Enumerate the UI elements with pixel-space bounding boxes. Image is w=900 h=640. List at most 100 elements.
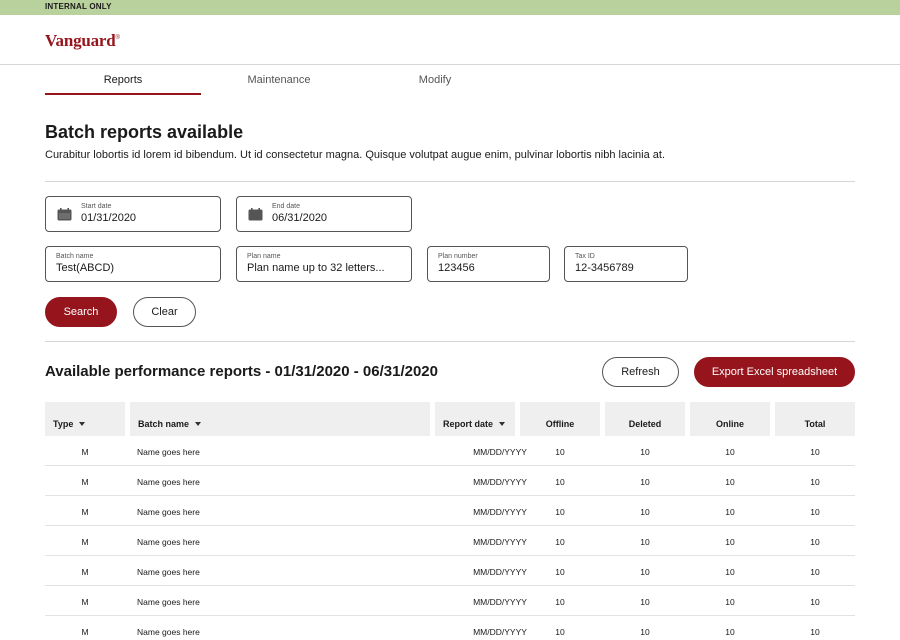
total-cell: 10 bbox=[810, 567, 820, 577]
column-label: Total bbox=[804, 419, 826, 429]
page-title: Batch reports available bbox=[45, 122, 244, 142]
internal-banner: INTERNAL ONLY bbox=[0, 0, 900, 15]
tab-modify[interactable]: Modify bbox=[357, 66, 513, 95]
end-date-value[interactable]: 06/31/2020 bbox=[272, 212, 327, 224]
calendar-icon[interactable] bbox=[57, 208, 72, 221]
logo-text: Vanguard bbox=[45, 31, 116, 50]
table-row[interactable]: M Name goes here MM/DD/YYYY 10 10 10 10 bbox=[45, 586, 855, 616]
column-header-batch-name[interactable]: Batch name bbox=[130, 402, 430, 436]
type-cell: M bbox=[81, 567, 89, 577]
column-label: Report date bbox=[443, 419, 494, 429]
type-cell: M bbox=[81, 537, 89, 547]
divider bbox=[45, 341, 855, 342]
column-label: Batch name bbox=[138, 419, 190, 429]
column-header-deleted: Deleted bbox=[605, 402, 685, 436]
online-cell: 10 bbox=[725, 627, 735, 637]
sort-caret-icon[interactable] bbox=[499, 422, 506, 426]
batch-name-cell: Name goes here bbox=[137, 567, 200, 577]
plan-name-value[interactable]: Plan name up to 32 letters... bbox=[247, 262, 385, 274]
type-cell: M bbox=[81, 627, 89, 637]
page-description: Curabitur lobortis id lorem id bibendum.… bbox=[45, 149, 666, 161]
table-row[interactable]: M Name goes here MM/DD/YYYY 10 10 10 10 bbox=[45, 556, 855, 586]
plan-number-value[interactable]: 123456 bbox=[438, 262, 475, 274]
table-row[interactable]: M Name goes here MM/DD/YYYY 10 10 10 10 bbox=[45, 496, 855, 526]
registered-mark: ® bbox=[115, 35, 120, 41]
offline-cell: 10 bbox=[555, 477, 565, 487]
batch-name-cell: Name goes here bbox=[137, 507, 200, 517]
offline-cell: 10 bbox=[555, 537, 565, 547]
sort-caret-icon[interactable] bbox=[79, 422, 86, 426]
deleted-cell: 10 bbox=[640, 477, 650, 487]
batch-name-cell: Name goes here bbox=[137, 537, 200, 547]
type-cell: M bbox=[81, 447, 89, 457]
tab-maintenance[interactable]: Maintenance bbox=[201, 66, 357, 95]
online-cell: 10 bbox=[725, 537, 735, 547]
start-date-field[interactable]: Start date 01/31/2020 bbox=[45, 196, 221, 232]
online-cell: 10 bbox=[725, 447, 735, 457]
table-row[interactable]: M Name goes here MM/DD/YYYY 10 10 10 10 bbox=[45, 616, 855, 640]
batch-name-value[interactable]: Test(ABCD) bbox=[56, 262, 114, 274]
batch-name-cell: Name goes here bbox=[137, 477, 200, 487]
column-label: Deleted bbox=[628, 419, 662, 429]
type-cell: M bbox=[81, 507, 89, 517]
column-label: Offline bbox=[545, 419, 575, 429]
end-date-field[interactable]: End date 06/31/2020 bbox=[236, 196, 412, 232]
total-cell: 10 bbox=[810, 447, 820, 457]
offline-cell: 10 bbox=[555, 507, 565, 517]
deleted-cell: 10 bbox=[640, 537, 650, 547]
tax-id-value[interactable]: 12-3456789 bbox=[575, 262, 634, 274]
plan-name-label: Plan name bbox=[247, 253, 281, 260]
vanguard-logo[interactable]: Vanguard® bbox=[45, 31, 120, 51]
batch-name-field[interactable]: Batch name Test(ABCD) bbox=[45, 246, 221, 282]
plan-name-field[interactable]: Plan name Plan name up to 32 letters... bbox=[236, 246, 412, 282]
online-cell: 10 bbox=[725, 567, 735, 577]
table-row[interactable]: M Name goes here MM/DD/YYYY 10 10 10 10 bbox=[45, 466, 855, 496]
total-cell: 10 bbox=[810, 627, 820, 637]
offline-cell: 10 bbox=[555, 627, 565, 637]
column-header-online: Online bbox=[690, 402, 770, 436]
column-label: Online bbox=[715, 419, 744, 429]
start-date-value[interactable]: 01/31/2020 bbox=[81, 212, 136, 224]
batch-name-cell: Name goes here bbox=[137, 627, 200, 637]
column-header-report-date[interactable]: Report date bbox=[435, 402, 515, 436]
batch-name-cell: Name goes here bbox=[137, 597, 200, 607]
deleted-cell: 10 bbox=[640, 567, 650, 577]
table-row[interactable]: M Name goes here MM/DD/YYYY 10 10 10 10 bbox=[45, 436, 855, 466]
divider bbox=[45, 181, 855, 182]
calendar-icon[interactable] bbox=[248, 208, 263, 221]
plan-number-label: Plan number bbox=[438, 253, 478, 260]
deleted-cell: 10 bbox=[640, 447, 650, 457]
online-cell: 10 bbox=[725, 477, 735, 487]
deleted-cell: 10 bbox=[640, 507, 650, 517]
sort-caret-icon[interactable] bbox=[195, 422, 202, 426]
site-header: Vanguard® bbox=[0, 15, 900, 65]
search-button[interactable]: Search bbox=[45, 297, 117, 327]
tab-reports[interactable]: Reports bbox=[45, 66, 201, 95]
column-label: Type bbox=[53, 419, 74, 429]
plan-number-field[interactable]: Plan number 123456 bbox=[427, 246, 550, 282]
deleted-cell: 10 bbox=[640, 627, 650, 637]
batch-name-label: Batch name bbox=[56, 253, 94, 260]
table-row[interactable]: M Name goes here MM/DD/YYYY 10 10 10 10 bbox=[45, 526, 855, 556]
offline-cell: 10 bbox=[555, 597, 565, 607]
deleted-cell: 10 bbox=[640, 597, 650, 607]
results-title: Available performance reports - 01/31/20… bbox=[45, 363, 438, 380]
online-cell: 10 bbox=[725, 597, 735, 607]
tax-id-field[interactable]: Tax ID 12-3456789 bbox=[564, 246, 688, 282]
batch-name-cell: Name goes here bbox=[137, 447, 200, 457]
banner-text: INTERNAL ONLY bbox=[45, 2, 112, 11]
total-cell: 10 bbox=[810, 477, 820, 487]
type-cell: M bbox=[81, 597, 89, 607]
export-excel-button[interactable]: Export Excel spreadsheet bbox=[694, 357, 855, 387]
tax-id-label: Tax ID bbox=[575, 253, 595, 260]
offline-cell: 10 bbox=[555, 447, 565, 457]
column-header-total: Total bbox=[775, 402, 855, 436]
online-cell: 10 bbox=[725, 507, 735, 517]
clear-button[interactable]: Clear bbox=[133, 297, 196, 327]
refresh-button[interactable]: Refresh bbox=[602, 357, 679, 387]
end-date-label: End date bbox=[272, 203, 301, 210]
total-cell: 10 bbox=[810, 507, 820, 517]
column-header-type[interactable]: Type bbox=[45, 402, 125, 436]
column-header-offline: Offline bbox=[520, 402, 600, 436]
type-cell: M bbox=[81, 477, 89, 487]
